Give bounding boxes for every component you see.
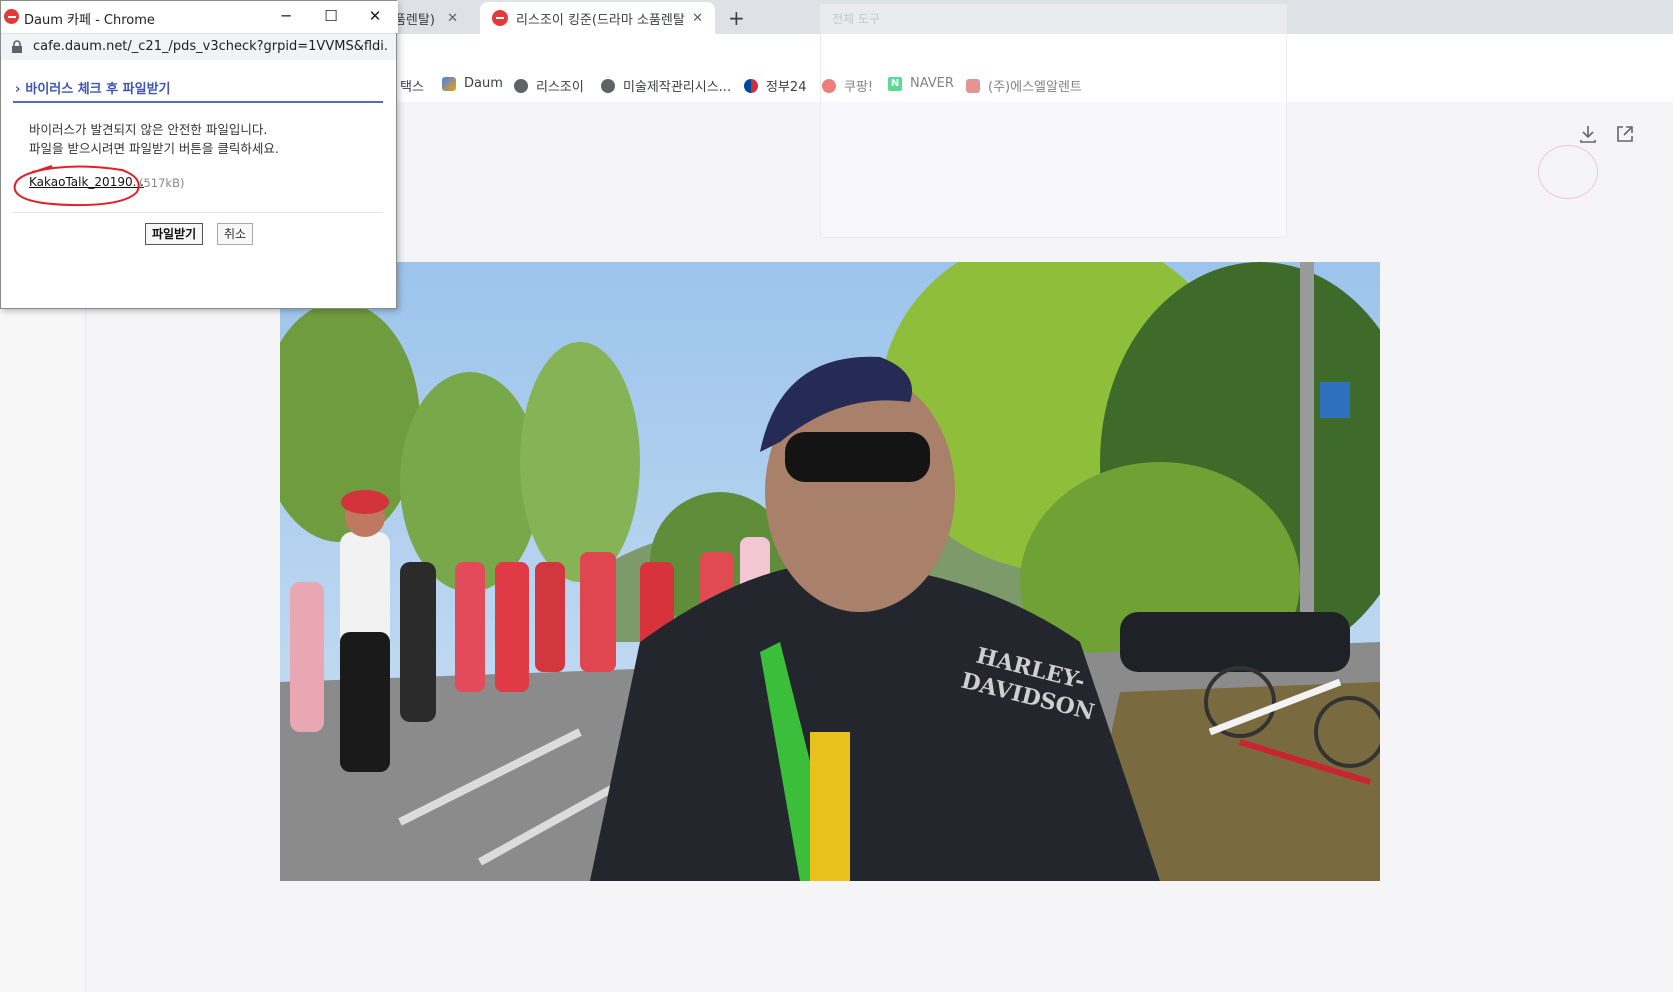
bookmark-label: 미술제작관리시스... bbox=[623, 80, 732, 95]
download-icon[interactable] bbox=[1577, 123, 1599, 145]
globe-icon bbox=[514, 78, 528, 93]
bookmark-item-art-system[interactable]: 미술제작관리시스... bbox=[601, 76, 731, 95]
minimize-icon[interactable]: ─ bbox=[264, 4, 308, 28]
bookmark-label: Daum bbox=[464, 76, 503, 91]
download-popup-window: Daum 카페 - Chrome ─ ☐ ✕ cafe.daum.net/_c2… bbox=[0, 0, 398, 309]
attached-photo[interactable]: HARLEY- DAVIDSON bbox=[280, 262, 1380, 881]
faded-annotation-circle bbox=[1538, 145, 1598, 199]
popup-window-title: Daum 카페 - Chrome bbox=[24, 13, 155, 28]
red-annotation-circle bbox=[13, 165, 140, 207]
photo-image: HARLEY- DAVIDSON bbox=[280, 262, 1380, 881]
bookmark-item-gov24[interactable]: 정부24 bbox=[744, 76, 806, 95]
open-external-icon[interactable] bbox=[1614, 123, 1636, 145]
daum-cafe-favicon-icon bbox=[4, 9, 19, 24]
divider bbox=[13, 212, 383, 213]
gov24-icon bbox=[744, 78, 758, 93]
new-tab-button[interactable]: + bbox=[728, 6, 745, 30]
bookmark-label: 택스 bbox=[400, 80, 424, 95]
tab-close-icon[interactable]: ✕ bbox=[447, 11, 458, 26]
tab-active[interactable]: 리스조이 킹준(드라마 소품렌탈) ✕ bbox=[480, 2, 715, 34]
chevron-right-icon: › bbox=[15, 82, 21, 97]
download-button[interactable]: 파일받기 bbox=[145, 223, 204, 245]
popup-section-header: › 바이러스 체크 후 파일받기 bbox=[13, 75, 383, 103]
tab-title: 리스조이 킹준(드라마 소품렌탈) bbox=[516, 12, 687, 28]
globe-icon bbox=[601, 78, 615, 93]
bookmark-item[interactable]: 택스 bbox=[400, 76, 424, 95]
daum-icon bbox=[442, 76, 456, 91]
popup-url-text: cafe.daum.net/_c21_/pds_v3check?grpid=1V… bbox=[33, 39, 388, 54]
bookmark-label: 리스조이 bbox=[536, 80, 584, 95]
bookmark-label: 정부24 bbox=[766, 80, 807, 95]
popup-heading-text: 바이러스 체크 후 파일받기 bbox=[25, 82, 171, 97]
daum-cafe-favicon-icon bbox=[492, 10, 508, 26]
maximize-icon[interactable]: ☐ bbox=[309, 4, 353, 28]
tool-panel-overlay bbox=[820, 4, 1287, 238]
bookmark-item-lisjoy[interactable]: 리스조이 bbox=[514, 76, 584, 95]
close-icon[interactable]: ✕ bbox=[353, 4, 397, 28]
download-instruction: 파일을 받으시려면 파일받기 버튼을 클릭하세요. bbox=[29, 141, 279, 156]
bookmark-item-daum[interactable]: Daum bbox=[442, 76, 503, 91]
popup-titlebar: Daum 카페 - Chrome ─ ☐ ✕ bbox=[1, 1, 398, 33]
lock-icon bbox=[12, 40, 22, 53]
tab-close-icon[interactable]: ✕ bbox=[692, 11, 703, 26]
popup-address-bar[interactable]: cafe.daum.net/_c21_/pds_v3check?grpid=1V… bbox=[1, 33, 396, 60]
safe-file-message: 바이러스가 발견되지 않은 안전한 파일입니다. bbox=[29, 122, 268, 137]
file-size: (517kB) bbox=[139, 176, 185, 190]
tool-panel-label: 전체 도구 bbox=[832, 12, 880, 26]
popup-heading: › 바이러스 체크 후 파일받기 bbox=[15, 78, 171, 97]
cancel-button[interactable]: 취소 bbox=[217, 223, 254, 245]
